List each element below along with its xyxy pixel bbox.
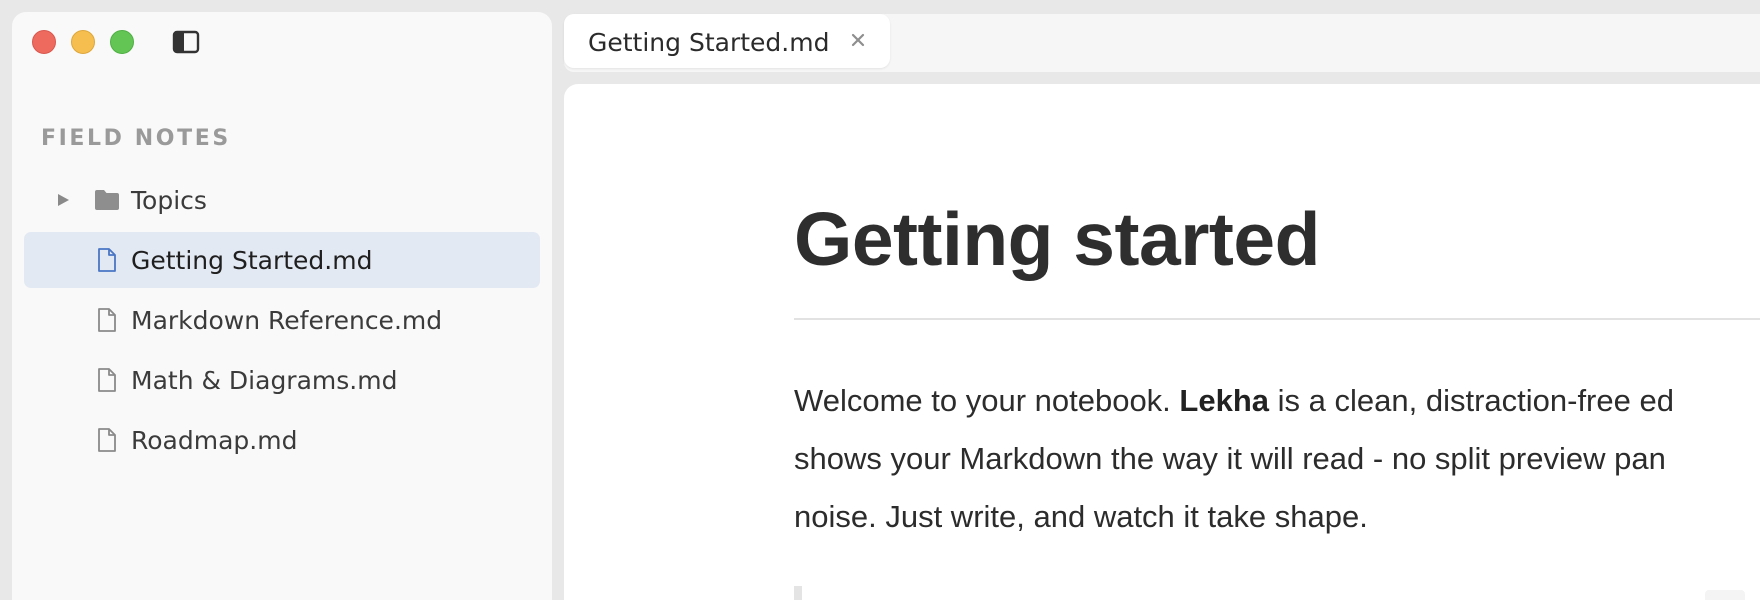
file-icon	[98, 248, 116, 272]
document-heading[interactable]: Getting started	[794, 196, 1320, 282]
sidebar-item-getting-started[interactable]: Getting Started.md	[24, 232, 540, 288]
sidebar-section-title: FIELD NOTES	[41, 126, 231, 151]
document-paragraph[interactable]: Welcome to your notebook. Lekha is a cle…	[794, 372, 1760, 546]
paragraph-line-1: Welcome to your notebook. Lekha is a cle…	[794, 372, 1760, 430]
tab-label: Getting Started.md	[588, 28, 830, 57]
minimize-window-button[interactable]	[71, 30, 95, 54]
sidebar-item-label: Roadmap.md	[131, 425, 298, 455]
tab-getting-started[interactable]: Getting Started.md	[564, 14, 890, 68]
paragraph-line-3: noise. Just write, and watch it take sha…	[794, 499, 1368, 534]
code-block-corner	[1705, 590, 1745, 600]
paragraph-line-2: shows your Markdown the way it will read…	[794, 441, 1666, 476]
sidebar-toggle-icon	[172, 30, 200, 54]
paragraph-text: Welcome to your notebook.	[794, 383, 1180, 418]
sidebar-item-label: Getting Started.md	[131, 245, 373, 275]
file-icon	[98, 428, 116, 452]
blockquote-bar	[794, 586, 802, 600]
maximize-window-button[interactable]	[110, 30, 134, 54]
sidebar-toggle-button[interactable]	[172, 30, 200, 54]
sidebar-item-markdown-reference[interactable]: Markdown Reference.md	[24, 292, 540, 348]
sidebar-item-label: Markdown Reference.md	[131, 305, 443, 335]
sidebar: FIELD NOTES Topics Getting Started.md Ma…	[12, 12, 552, 600]
sidebar-item-label: Topics	[131, 185, 207, 215]
file-icon	[98, 308, 116, 332]
sidebar-item-topics[interactable]: Topics	[24, 172, 540, 228]
sidebar-item-label: Math & Diagrams.md	[131, 365, 398, 395]
chevron-right-icon[interactable]	[56, 193, 70, 207]
editor-pane[interactable]: Getting started Welcome to your notebook…	[564, 84, 1760, 600]
heading-divider	[794, 318, 1760, 320]
sidebar-item-roadmap[interactable]: Roadmap.md	[24, 412, 540, 468]
window-controls	[32, 30, 134, 54]
file-tree: Topics Getting Started.md Markdown Refer…	[24, 172, 540, 472]
close-icon[interactable]	[846, 28, 870, 52]
close-window-button[interactable]	[32, 30, 56, 54]
folder-icon	[95, 190, 119, 210]
paragraph-text: is a clean, distraction-free ed	[1269, 383, 1674, 418]
file-icon	[98, 368, 116, 392]
app-window: FIELD NOTES Topics Getting Started.md Ma…	[0, 0, 1760, 600]
sidebar-item-math-diagrams[interactable]: Math & Diagrams.md	[24, 352, 540, 408]
bold-text: Lekha	[1179, 383, 1270, 418]
